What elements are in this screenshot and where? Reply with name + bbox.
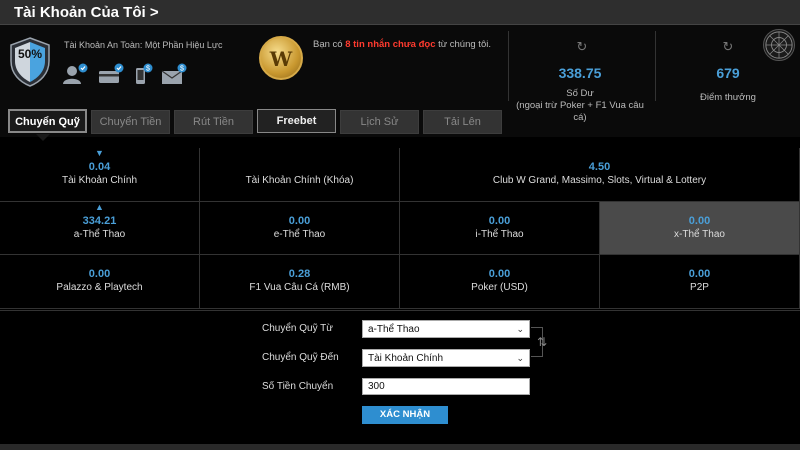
swap-arrows-icon[interactable]: ⇅ [537, 335, 547, 349]
from-wallet-select[interactable]: a-Thể Thao ⌄ [362, 320, 530, 338]
chevron-down-icon: ⌄ [516, 324, 524, 334]
refresh-balance-icon[interactable]: ↻ [575, 40, 589, 54]
wallet-club-w[interactable]: 4.50 Club W Grand, Massimo, Slots, Virtu… [400, 148, 800, 202]
wallet-poker-usd[interactable]: 0.00 Poker (USD) [400, 255, 600, 309]
active-tab-caret [36, 134, 50, 141]
balance-label: Số Dư (ngoại trừ Poker + F1 Vua câu cá) [516, 88, 644, 123]
page-title[interactable]: Tài Khoản Của Tôi > [14, 4, 159, 21]
settings-dial-icon[interactable] [763, 29, 795, 61]
confirm-button[interactable]: XÁC NHẬN [362, 406, 448, 424]
amount-label: Số Tiền Chuyển [262, 381, 334, 392]
w-coin-badge: W [259, 36, 303, 80]
security-status-text: Tài Khoản An Toàn: Một Phần Hiệu Lực [64, 40, 223, 50]
amount-input[interactable]: 300 [362, 378, 530, 395]
unread-messages-link[interactable]: 8 tin nhắn chưa đọc [345, 39, 435, 50]
card-verified-icon[interactable] [98, 63, 124, 85]
tab-rut-tien[interactable]: Rút Tiền [174, 110, 253, 134]
tab-tai-len[interactable]: Tải Lên [423, 110, 502, 134]
tab-chuyen-tien[interactable]: Chuyển Tiền [91, 110, 170, 134]
svg-text:$: $ [180, 66, 184, 73]
shield-icon [10, 37, 50, 87]
user-verified-icon[interactable] [62, 63, 88, 85]
wallet-e-the-thao[interactable]: 0.00 e-Thể Thao [200, 202, 400, 255]
wallet-f1-vua-cau-ca[interactable]: 0.28 F1 Vua Câu Cá (RMB) [200, 255, 400, 309]
security-percent: 50% [17, 47, 43, 61]
points-label: Điểm thưởng [700, 92, 756, 103]
unread-messages-notice: Bạn có 8 tin nhắn chưa đọc từ chúng tôi. [313, 39, 491, 50]
svg-text:$: $ [146, 66, 150, 73]
wallet-main-locked[interactable]: Tài Khoản Chính (Khóa) [200, 148, 400, 202]
coin-letter: W [269, 47, 293, 71]
email-dollar-icon[interactable]: $ [161, 63, 187, 85]
bottom-strip [0, 444, 800, 450]
tab-lich-su[interactable]: Lịch Sử [340, 110, 419, 134]
balance-value: 338.75 [558, 65, 602, 81]
from-label: Chuyển Quỹ Từ [262, 323, 333, 334]
points-value: 679 [716, 65, 740, 81]
wallet-x-the-thao[interactable]: 0.00 x-Thể Thao [600, 202, 800, 255]
tab-freebet[interactable]: Freebet [257, 109, 336, 133]
wallet-i-the-thao[interactable]: 0.00 i-Thể Thao [400, 202, 600, 255]
chevron-down-icon: ⌄ [516, 353, 524, 363]
wallet-p2p[interactable]: 0.00 P2P [600, 255, 800, 309]
divider [655, 31, 656, 101]
title-bar: Tài Khoản Của Tôi > [0, 0, 800, 25]
refresh-points-icon[interactable]: ↻ [721, 40, 735, 54]
wallet-main[interactable]: ▼ 0.04 Tài Khoản Chính [0, 148, 200, 202]
wallet-a-the-thao[interactable]: ▲ 334.21 a-Thể Thao [0, 202, 200, 255]
wallet-palazzo-playtech[interactable]: 0.00 Palazzo & Playtech [0, 255, 200, 309]
tab-chuyen-quy[interactable]: Chuyển Quỹ [8, 109, 87, 133]
phone-dollar-icon[interactable]: $ [133, 63, 159, 85]
to-wallet-select[interactable]: Tài Khoản Chính ⌄ [362, 349, 530, 367]
transfer-up-arrow-icon: ▲ [95, 202, 104, 212]
transfer-down-arrow-icon: ▼ [95, 148, 104, 158]
to-label: Chuyển Quỹ Đến [262, 352, 339, 363]
